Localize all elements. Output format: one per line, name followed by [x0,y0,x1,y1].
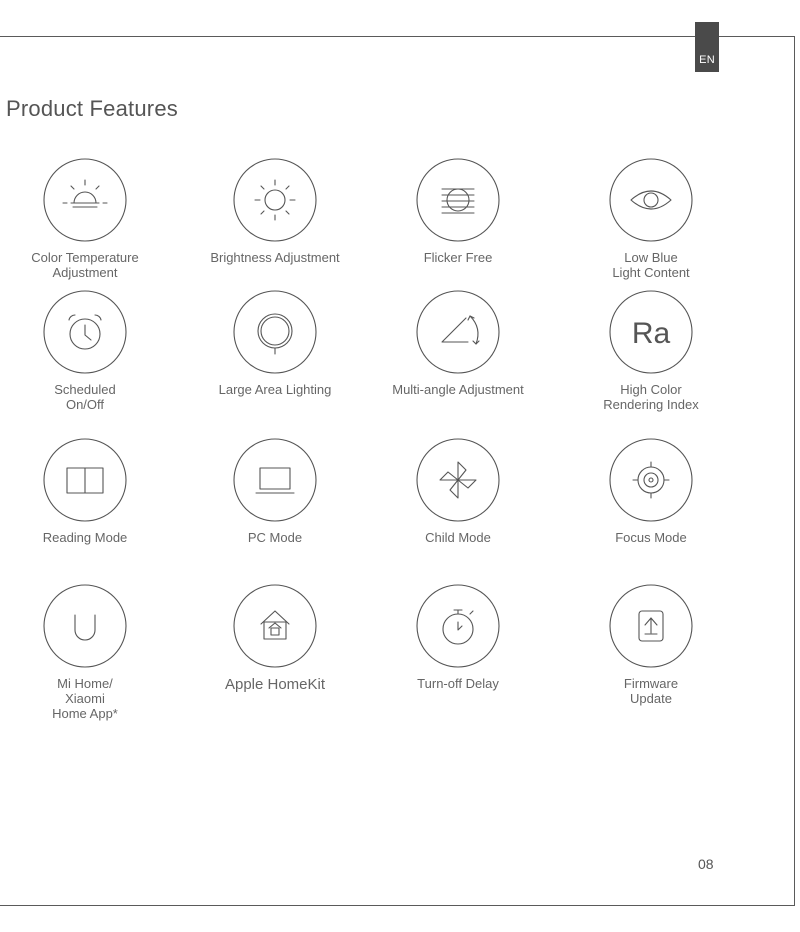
timer-icon [416,584,500,668]
feature-label: Child Mode [425,530,491,545]
feature-label: Reading Mode [42,530,128,545]
page-border-top [0,36,795,37]
page-border-bottom [0,905,795,906]
feature-pc-mode: PC Mode [185,438,365,545]
feature-label: Scheduled On/Off [54,382,116,412]
feature-label: Mi Home/ Xiaomi Home App* [52,676,118,721]
feature-label: Firmware Update [623,676,679,706]
mi-home-icon [43,584,127,668]
feature-multi-angle: Multi-angle Adjustment [368,290,548,397]
feature-color-temperature: Color Temperature Adjustment [0,158,175,280]
alarm-clock-icon [43,290,127,374]
sunrise-icon [43,158,127,242]
feature-label: Flicker Free [423,250,493,265]
page-title: Product Features [6,96,178,121]
pinwheel-icon [416,438,500,522]
feature-label: Brightness Adjustment [210,250,340,265]
page-number: 08 [698,856,714,872]
book-icon [43,438,127,522]
feature-flicker-free: Flicker Free [368,158,548,265]
feature-large-area: Large Area Lighting [185,290,365,397]
feature-child-mode: Child Mode [368,438,548,545]
feature-high-cri: Ra High Color Rendering Index [561,290,741,412]
feature-label: Apple HomeKit [224,676,326,693]
eye-icon [609,158,693,242]
firmware-update-icon [609,584,693,668]
feature-label: Low Blue Light Content [612,250,690,280]
page-border-right [794,36,795,906]
laptop-icon [233,438,317,522]
manual-page: EN Product Features Color Temperature Ad… [0,0,800,932]
feature-mi-home: Mi Home/ Xiaomi Home App* [0,584,175,721]
feature-label: High Color Rendering Index [603,382,699,412]
feature-focus-mode: Focus Mode [561,438,741,545]
angle-icon [416,290,500,374]
feature-label: Focus Mode [615,530,687,545]
feature-reading-mode: Reading Mode [0,438,175,545]
ring-light-icon [233,290,317,374]
svg-text:Ra: Ra [632,317,671,350]
feature-low-blue-light: Low Blue Light Content [561,158,741,280]
feature-firmware-update: Firmware Update [561,584,741,706]
sun-icon [233,158,317,242]
feature-label: Large Area Lighting [218,382,332,397]
feature-label: Color Temperature Adjustment [31,250,139,280]
feature-label: PC Mode [247,530,303,545]
feature-brightness: Brightness Adjustment [185,158,365,265]
feature-scheduled: Scheduled On/Off [0,290,175,412]
language-tab: EN [695,22,719,72]
ra-icon: Ra [609,290,693,374]
homekit-icon [233,584,317,668]
feature-turn-off-delay: Turn-off Delay [368,584,548,691]
feature-label: Turn-off Delay [417,676,499,691]
feature-apple-homekit: Apple HomeKit [185,584,365,693]
flicker-free-icon [416,158,500,242]
target-icon [609,438,693,522]
feature-label: Multi-angle Adjustment [392,382,524,397]
